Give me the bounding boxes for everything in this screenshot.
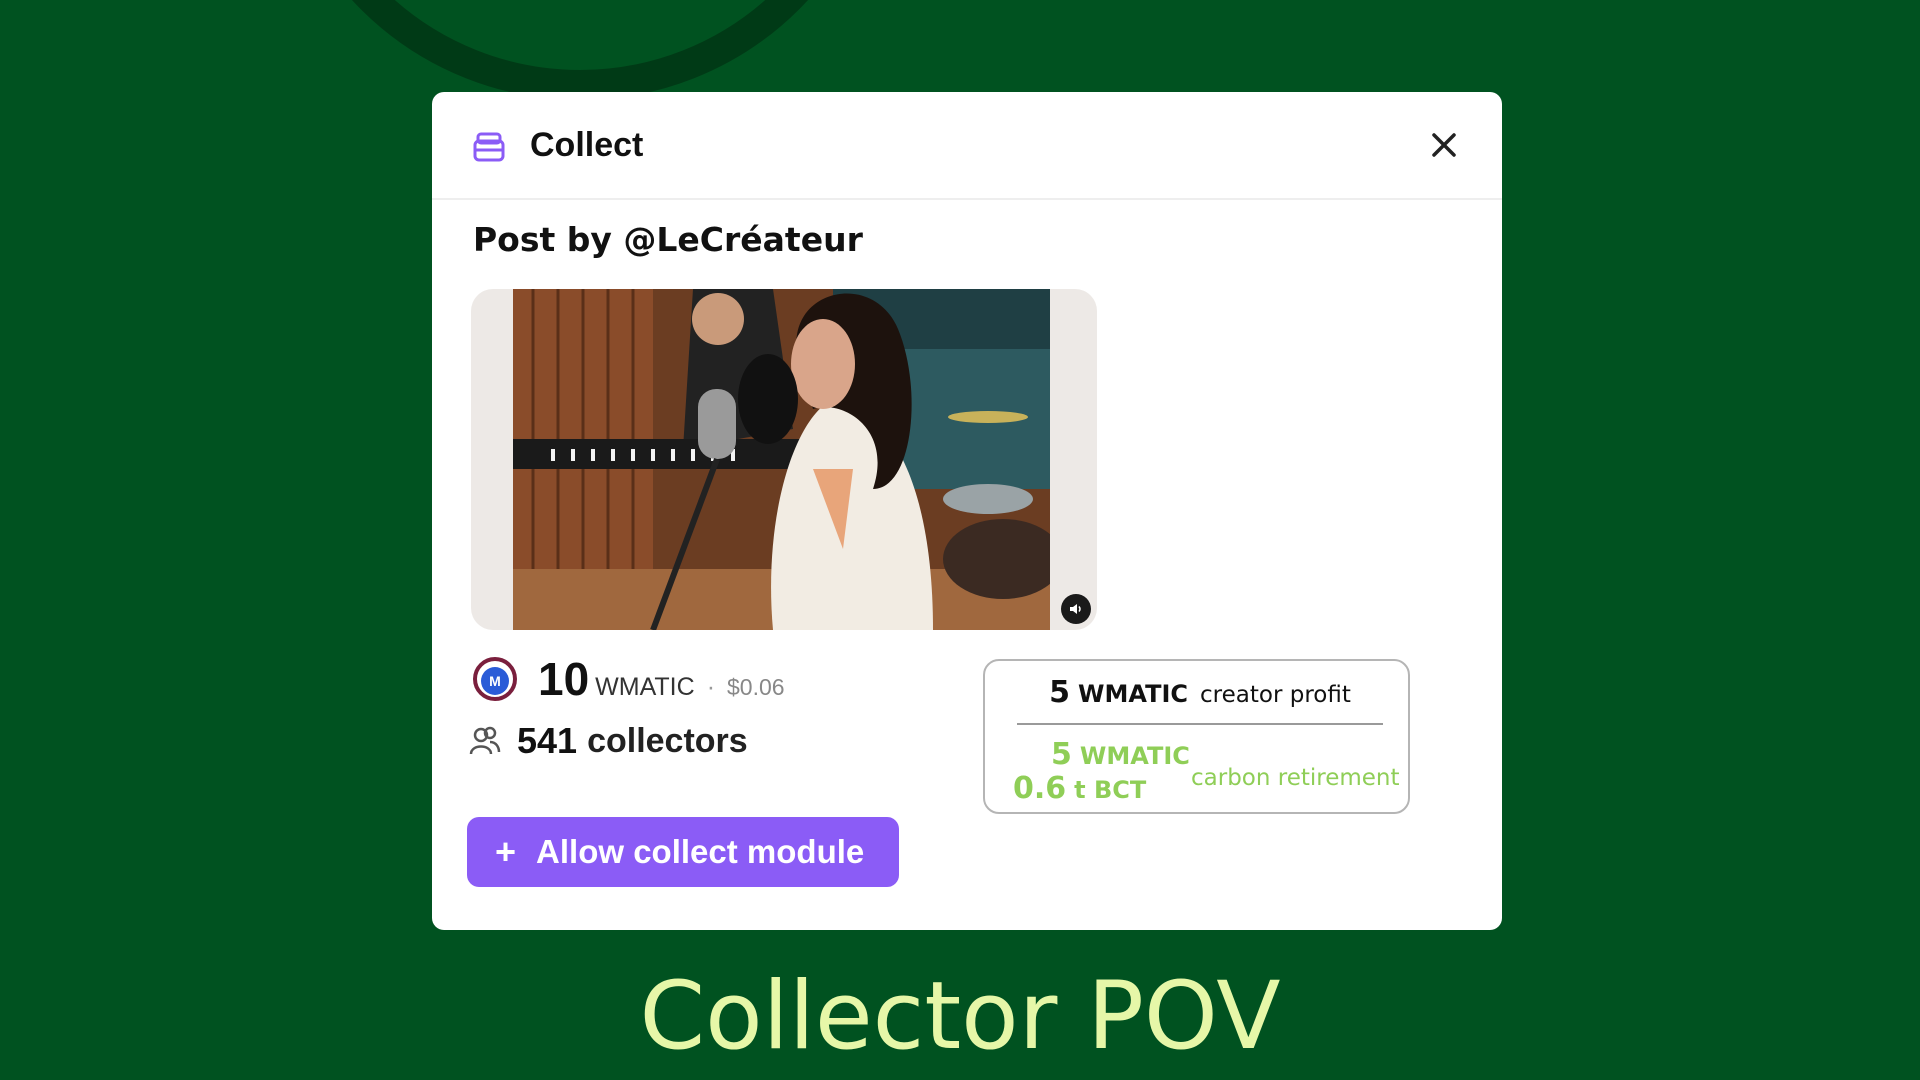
collect-icon (470, 125, 510, 165)
caption: Collector POV (639, 962, 1281, 1071)
mute-button[interactable] (1061, 594, 1091, 624)
collectors-count: 541 (517, 720, 578, 761)
allow-collect-module-button[interactable]: + Allow collect module (467, 817, 899, 887)
modal-header: Collect (432, 92, 1502, 200)
carbon-tonnes: 0.6 (1013, 771, 1067, 806)
people-icon (469, 726, 501, 755)
collectors-label: collectors (587, 721, 748, 760)
creator-profit-row: 5 WMATIC creator profit (1017, 675, 1383, 725)
post-author: Post by @LeCréateur (473, 220, 863, 259)
speaker-icon (1070, 604, 1081, 614)
price-usd: $0.06 (727, 674, 785, 700)
svg-text:M: M (489, 673, 501, 689)
plus-icon: + (495, 831, 517, 872)
wmatic-token-icon: M (473, 657, 517, 701)
price-amount: 10 (538, 653, 590, 705)
revenue-split-box: 5 WMATIC creator profit 5 WMATIC 0.6 t B… (983, 659, 1410, 814)
close-icon (1432, 133, 1456, 157)
creator-unit: WMATIC (1078, 680, 1189, 708)
carbon-amount: 5 (1051, 737, 1072, 772)
carbon-tonnes-unit: t BCT (1074, 776, 1147, 804)
creator-label: creator profit (1200, 682, 1351, 708)
creator-amount: 5 (1049, 675, 1071, 710)
collectors-row: 541 collectors (468, 720, 748, 762)
price-separator: · (706, 673, 716, 701)
price-currency: WMATIC (595, 673, 695, 701)
allow-collect-module-label: Allow collect module (536, 833, 865, 870)
collect-modal: Collect Post by @LeCréateur M 10 WMATIC … (432, 92, 1502, 930)
carbon-unit: WMATIC (1079, 742, 1190, 770)
close-button[interactable] (1424, 125, 1464, 165)
price-row: M 10 WMATIC · $0.06 (472, 652, 785, 706)
modal-title: Collect (530, 125, 644, 164)
studio-photo (513, 289, 1050, 630)
carbon-label: carbon retirement (1191, 765, 1400, 791)
post-media[interactable] (471, 289, 1097, 630)
background-ring (270, 0, 890, 100)
